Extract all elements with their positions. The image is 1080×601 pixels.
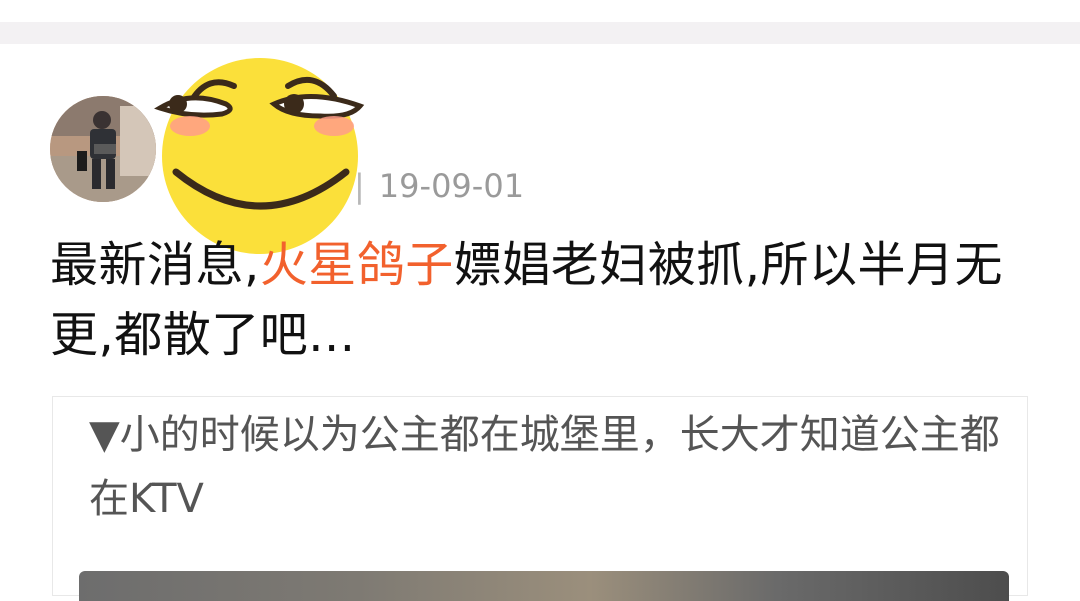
author-avatar[interactable] xyxy=(50,96,156,202)
title-part1: 最新消息, xyxy=(50,237,260,293)
avatar-photo xyxy=(50,96,156,202)
post-image-preview[interactable] xyxy=(79,571,1009,601)
post-title[interactable]: 最新消息,火星鸽子嫖娼老妇被抓,所以半月无更,都散了吧... xyxy=(50,230,1040,370)
smirking-face-emoji-icon xyxy=(154,58,365,254)
quote-card[interactable]: ▼小的时候以为公主都在城堡里，长大才知道公主都在KTV xyxy=(52,396,1028,601)
top-strip xyxy=(0,0,1080,22)
quote-text: ▼小的时候以为公主都在城堡里，长大才知道公主都在KTV xyxy=(89,412,1000,522)
post-date: 19-09-01 xyxy=(378,167,525,205)
title-highlight[interactable]: 火星鸽子 xyxy=(260,237,454,293)
